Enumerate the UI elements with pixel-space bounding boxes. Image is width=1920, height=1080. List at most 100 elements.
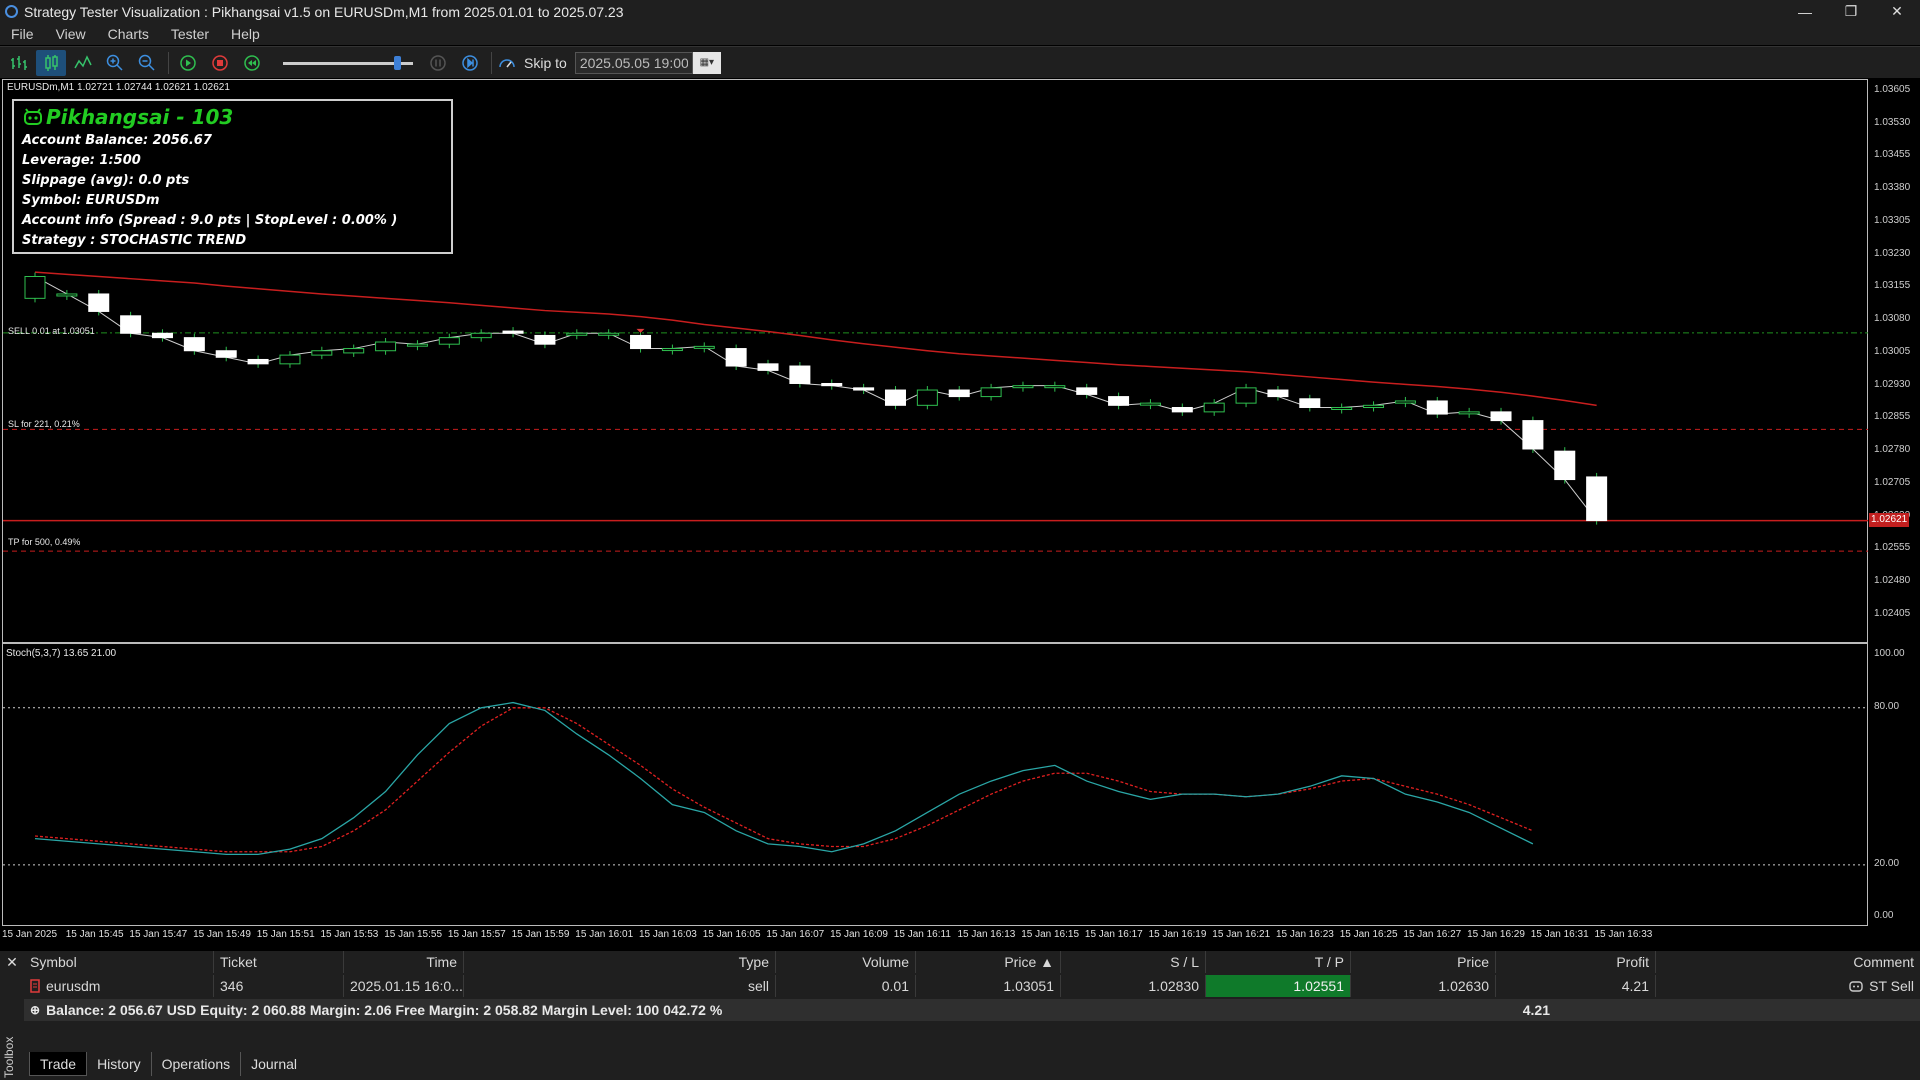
slippage-line: Slippage (avg): 0.0 pts (22, 173, 190, 188)
toolbox-close-icon[interactable]: ✕ (3, 953, 21, 971)
rewind-button[interactable] (237, 50, 267, 76)
toolbar-separator (491, 51, 492, 74)
row-profit: 4.21 (1496, 975, 1656, 997)
col-sl[interactable]: S / L (1061, 951, 1206, 973)
ea-title: Pikhangsai - 103 (22, 105, 443, 129)
time-axis-label: 15 Jan 15:59 (511, 929, 570, 940)
col-comment[interactable]: Comment (1656, 951, 1920, 973)
toolbox-tabs: Trade History Operations Journal (29, 1052, 307, 1076)
stoch-signal-line (34, 707, 1534, 853)
speed-slider-thumb[interactable] (393, 55, 401, 70)
zoom-out-button[interactable] (132, 50, 162, 76)
tab-trade[interactable]: Trade (29, 1052, 88, 1076)
row-sl[interactable]: 1.02830 (1061, 975, 1206, 997)
line-chart-button[interactable] (68, 50, 98, 76)
zoom-out-icon (138, 54, 155, 71)
candle (375, 341, 397, 352)
stop-button[interactable] (205, 50, 235, 76)
step-forward-button[interactable] (455, 50, 485, 76)
time-axis-label: 15 Jan 16:05 (702, 929, 761, 940)
menu-help[interactable]: Help (220, 26, 271, 42)
table-row[interactable]: eurusdm 346 2025.01.15 16:0... sell 0.01… (24, 975, 1920, 997)
price-axis-label: 1.03005 (1874, 345, 1911, 357)
col-time[interactable]: Time (344, 951, 464, 973)
skip-to-date-input[interactable] (574, 51, 693, 74)
time-axis-label: 15 Jan 15:53 (320, 929, 379, 940)
time-axis-label: 15 Jan 15:47 (129, 929, 188, 940)
col-type[interactable]: Type (464, 951, 776, 973)
minimize-button[interactable]: — (1782, 0, 1828, 23)
candle (1522, 420, 1544, 450)
stoch-axis-label: 20.00 (1874, 857, 1900, 869)
candle (661, 348, 683, 352)
tab-journal[interactable]: Journal (241, 1052, 307, 1076)
speed-slider[interactable] (283, 53, 413, 73)
time-axis-label: 15 Jan 15:45 (65, 929, 124, 940)
tab-operations[interactable]: Operations (152, 1052, 242, 1076)
menu-bar: File View Charts Tester Help (0, 23, 1920, 45)
col-price-current[interactable]: Price (1351, 951, 1496, 973)
time-axis-label: 15 Jan 16:29 (1467, 929, 1525, 940)
col-profit[interactable]: Profit (1496, 951, 1656, 973)
candle (1171, 407, 1193, 413)
restore-button[interactable]: ❐ (1828, 0, 1874, 23)
leverage-line: Leverage: 1:500 (22, 153, 141, 168)
zoom-in-icon (106, 54, 123, 71)
col-price-open[interactable]: Price ▲ (916, 951, 1061, 973)
col-symbol[interactable]: Symbol (24, 951, 214, 973)
play-button[interactable] (173, 50, 203, 76)
close-window-button[interactable]: ✕ (1874, 0, 1920, 23)
candle (438, 337, 460, 345)
candle (120, 315, 142, 334)
candle (821, 382, 843, 387)
menu-charts[interactable]: Charts (97, 26, 160, 42)
price-axis[interactable]: 1.03605 1.03530 1.03455 1.03380 1.03305 1.032… (1868, 79, 1920, 926)
sl-level-label: SL for 221, 0.21% (8, 419, 80, 429)
bar-chart-button[interactable] (4, 50, 34, 76)
candlestick-chart-button[interactable] (36, 49, 66, 76)
candle (884, 389, 906, 406)
skip-to-button[interactable] (496, 50, 518, 76)
menu-tester[interactable]: Tester (160, 26, 220, 42)
candle (1044, 385, 1066, 389)
time-axis-label: 15 Jan 16:17 (1084, 929, 1143, 940)
balance-summary-text: Balance: 2 056.67 USD Equity: 2 060.88 M… (46, 1002, 723, 1018)
row-tp[interactable]: 1.02551 (1206, 975, 1351, 997)
menu-file[interactable]: File (0, 26, 45, 42)
price-axis-label: 1.02780 (1874, 444, 1911, 456)
col-ticket[interactable]: Ticket (214, 951, 344, 973)
sell-marker-icon (636, 328, 645, 333)
time-axis-label: 15 Jan 16:23 (1276, 929, 1334, 940)
col-tp[interactable]: T / P (1206, 951, 1351, 973)
pause-button[interactable] (423, 50, 453, 76)
strategy-line: Strategy : STOCHASTIC TREND (22, 233, 247, 248)
balance-profit: 4.21 (1522, 1002, 1550, 1018)
menu-view[interactable]: View (45, 26, 97, 42)
account-info-line: Account info (Spread : 9.0 pts | StopLev… (22, 213, 398, 228)
chart-symbol-header: EURUSDm,M1 1.02721 1.02744 1.02621 1.026… (7, 82, 230, 93)
candle (853, 387, 875, 391)
time-axis-label: 15 Jan 16:11 (893, 929, 951, 940)
stoch-axis-label: 80.00 (1874, 700, 1900, 712)
price-axis-label: 1.03455 (1874, 149, 1911, 161)
expand-icon[interactable]: ⊕ (30, 1003, 40, 1017)
tab-history[interactable]: History (87, 1052, 152, 1076)
zoom-in-button[interactable] (100, 50, 130, 76)
time-axis-label: 15 Jan 16:03 (639, 929, 697, 940)
candle (24, 276, 46, 299)
price-axis-label: 1.02930 (1874, 378, 1911, 390)
col-volume[interactable]: Volume (776, 951, 916, 973)
time-axis-label: 15 Jan 15:51 (256, 929, 315, 940)
candle (1586, 476, 1608, 522)
price-axis-label: 1.02480 (1874, 575, 1911, 587)
candle (1299, 398, 1321, 409)
time-axis-label: 15 Jan 16:19 (1148, 929, 1207, 940)
balance-summary: ⊕ Balance: 2 056.67 USD Equity: 2 060.88… (24, 999, 1256, 1021)
skip-date-dropdown[interactable]: ▦▾ (692, 51, 721, 74)
candle (183, 337, 205, 352)
candle (215, 350, 237, 358)
time-axis[interactable]: 15 Jan 2025 15 Jan 15:45 15 Jan 15:47 15 Ja… (0, 926, 1868, 944)
price-axis-label: 1.02705 (1874, 476, 1911, 488)
row-comment-text: ST Sell (1869, 978, 1914, 994)
bar-chart-icon (11, 55, 27, 70)
